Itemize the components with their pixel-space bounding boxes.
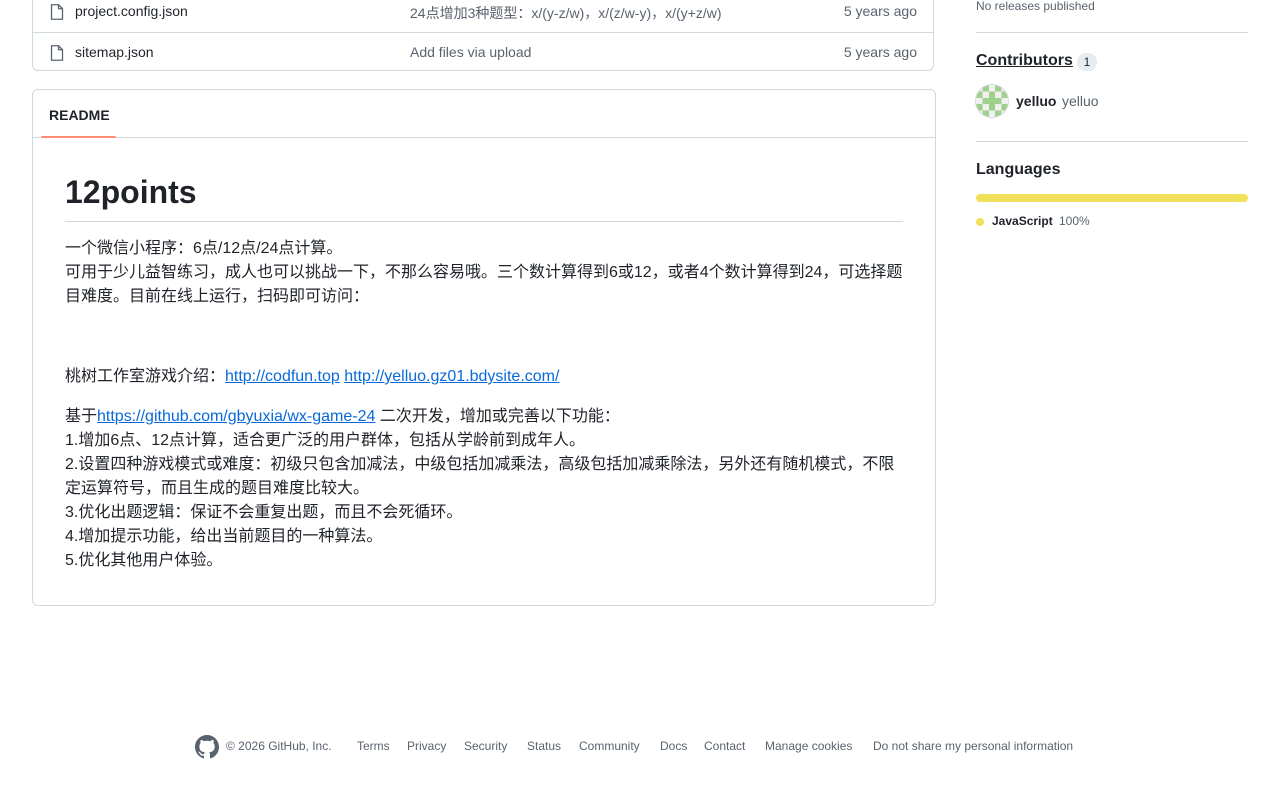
readme-intro: 一个微信小程序：6点/12点/24点计算。 可用于少儿益智练习，成人也可以挑战一…	[65, 237, 903, 309]
footer-link-community[interactable]: Community	[579, 739, 640, 753]
avatar[interactable]	[976, 85, 1008, 117]
commit-age: 5 years ago	[843, 44, 917, 60]
contributor-login-link[interactable]: yelluo	[1016, 93, 1056, 109]
readme-based-line: 基于https://github.com/gbyuxia/wx-game-24 …	[65, 405, 903, 429]
footer-link-privacy[interactable]: Privacy	[407, 739, 446, 753]
commit-message-link[interactable]: Add files via upload	[410, 44, 531, 60]
commit-age: 5 years ago	[843, 3, 917, 19]
releases-note: No releases published	[976, 0, 1095, 13]
footer-link-contact[interactable]: Contact	[704, 739, 745, 753]
readme-text: 基于	[65, 408, 98, 425]
yelluo-site-link[interactable]: http://yelluo.gz01.bdysite.com/	[344, 368, 559, 385]
language-bar-segment-javascript	[976, 194, 1248, 202]
github-mark-icon[interactable]	[195, 735, 219, 759]
feature-item: 2.设置四种游戏模式或难度：初级只包含加减法，中级包括加减乘法，高级包括加减乘除…	[65, 456, 895, 497]
readme-text: 二次开发，增加或完善以下功能：	[375, 408, 620, 425]
feature-item: 3.优化出题逻辑：保证不会重复出题，而且不会死循环。	[65, 504, 463, 521]
codfun-link[interactable]: http://codfun.top	[225, 368, 340, 385]
contributors-heading[interactable]: Contributors	[976, 52, 1073, 70]
footer-copyright: © 2026 GitHub, Inc.	[226, 739, 332, 753]
tab-readme[interactable]: README	[41, 90, 116, 138]
contributor-name: yelluo	[1062, 93, 1099, 109]
readme-panel: README 12points 一个微信小程序：6点/12点/24点计算。 可用…	[32, 89, 936, 606]
commit-message-link[interactable]: 24点增加3种题型：x/(y-z/w)，x/(z/w-y)，x/(y+z/w)	[410, 3, 722, 23]
language-color-dot-icon	[976, 218, 984, 226]
footer-link-security[interactable]: Security	[464, 739, 507, 753]
readme-line: 可用于少儿益智练习，成人也可以挑战一下，不那么容易哦。三个数计算得到6或12，或…	[65, 264, 903, 305]
file-icon	[50, 4, 64, 20]
sidebar-divider	[976, 141, 1248, 142]
readme-line: 一个微信小程序：6点/12点/24点计算。	[65, 240, 343, 257]
languages-heading: Languages	[976, 161, 1061, 178]
file-name-link[interactable]: sitemap.json	[75, 44, 154, 60]
wx-game-24-link[interactable]: https://github.com/gbyuxia/wx-game-24	[97, 408, 375, 425]
language-bar	[976, 194, 1248, 202]
file-row[interactable]: sitemap.json Add files via upload 5 year…	[33, 32, 933, 73]
footer-link-do-not-share[interactable]: Do not share my personal information	[873, 739, 1073, 753]
file-icon	[50, 45, 64, 61]
language-name-link[interactable]: JavaScript	[992, 214, 1053, 228]
readme-text: 桃树工作室游戏介绍：	[65, 368, 226, 385]
feature-item: 5.优化其他用户体验。	[65, 552, 223, 569]
file-row[interactable]: project.config.json 24点增加3种题型：x/(y-z/w)，…	[33, 0, 933, 33]
file-table: project.config.json 24点增加3种题型：x/(y-z/w)，…	[32, 0, 934, 71]
readme-features: 基于https://github.com/gbyuxia/wx-game-24 …	[65, 405, 903, 573]
footer-link-status[interactable]: Status	[527, 739, 561, 753]
contributors-count-badge: 1	[1077, 53, 1097, 71]
readme-links-paragraph: 桃树工作室游戏介绍：http://codfun.top http://yellu…	[65, 365, 903, 389]
sidebar-divider	[976, 32, 1248, 33]
footer-link-terms[interactable]: Terms	[357, 739, 390, 753]
identicon-icon	[976, 85, 1008, 117]
site-footer: © 2026 GitHub, Inc. Terms Privacy Securi…	[195, 735, 1095, 759]
footer-link-docs[interactable]: Docs	[660, 739, 687, 753]
readme-title: 12points	[65, 172, 903, 222]
language-percent: 100%	[1059, 214, 1090, 228]
readme-tab-bar: README	[33, 90, 935, 138]
file-name-link[interactable]: project.config.json	[75, 3, 188, 19]
feature-item: 1.增加6点、12点计算，适合更广泛的用户群体，包括从学龄前到成年人。	[65, 432, 586, 449]
footer-link-manage-cookies[interactable]: Manage cookies	[765, 739, 852, 753]
feature-item: 4.增加提示功能，给出当前题目的一种算法。	[65, 528, 383, 545]
